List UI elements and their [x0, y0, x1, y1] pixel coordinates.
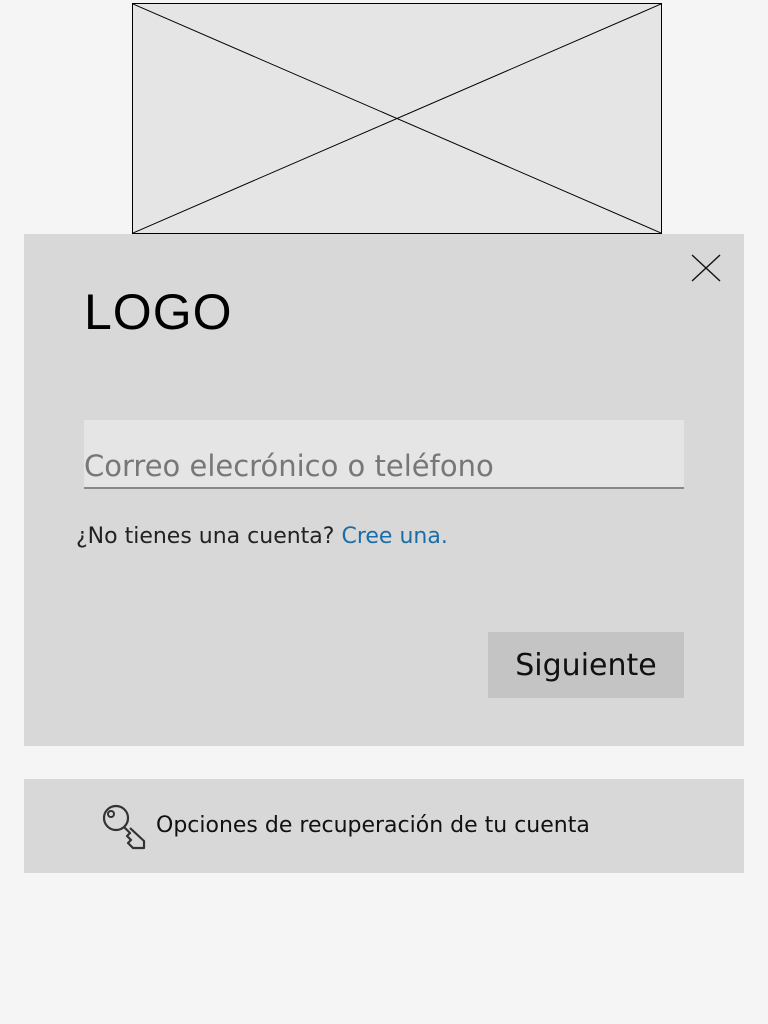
create-account-link[interactable]: Cree una.	[341, 524, 447, 549]
email-or-phone-input[interactable]	[84, 420, 684, 489]
signup-prompt: ¿No tienes una cuenta? Cree una.	[76, 522, 448, 552]
account-recovery-options[interactable]: Opciones de recuperación de tu cuenta	[24, 779, 744, 873]
close-button[interactable]	[688, 250, 724, 286]
no-account-text: ¿No tienes una cuenta?	[76, 524, 335, 549]
recovery-options-label: Opciones de recuperación de tu cuenta	[156, 813, 590, 838]
logo: LOGO	[84, 284, 233, 340]
next-button[interactable]: Siguiente	[488, 632, 684, 698]
hero-image-placeholder	[132, 3, 662, 234]
key-icon	[102, 804, 146, 850]
close-icon	[691, 254, 721, 282]
image-placeholder-icon	[133, 4, 661, 233]
